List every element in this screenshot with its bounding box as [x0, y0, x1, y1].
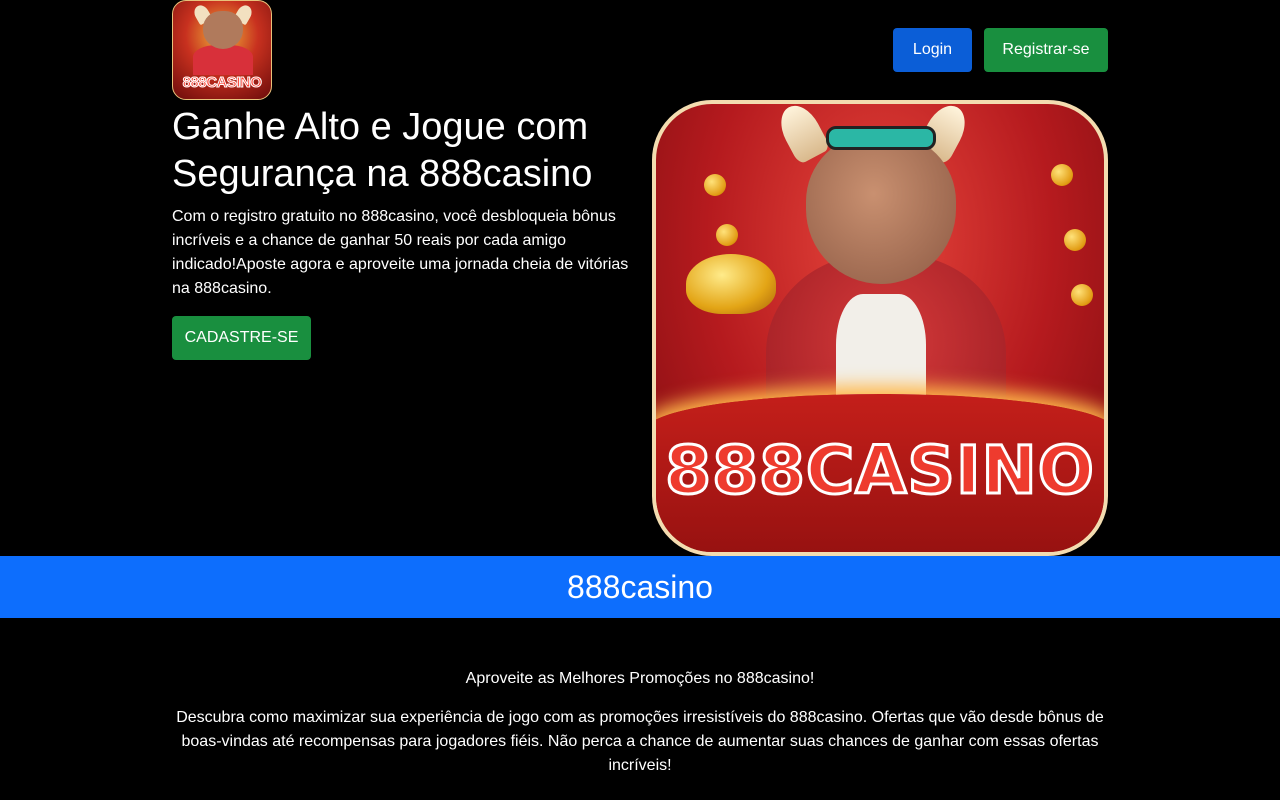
register-button[interactable]: Registrar-se: [984, 28, 1108, 72]
band-title: 888casino: [567, 568, 713, 605]
coin-icon: [1051, 164, 1073, 186]
coin-icon: [1064, 229, 1086, 251]
coin-icon: [704, 174, 726, 196]
mascot-head: [806, 134, 956, 284]
hero-description: Com o registro gratuito no 888casino, vo…: [172, 208, 629, 297]
site-logo[interactable]: 888CASINO: [172, 0, 272, 100]
login-button[interactable]: Login: [893, 28, 972, 72]
logo-text: 888CASINO: [182, 74, 262, 92]
logo-bull-body: [193, 45, 253, 75]
mascot-sunglasses: [826, 126, 936, 150]
promo-heading: Aproveite as Melhores Promoções no 888ca…: [465, 670, 815, 687]
section-band: 888casino: [0, 556, 1280, 618]
promo-paragraph: Descubra como maximizar sua experiência …: [176, 709, 1104, 774]
logo-bull-head: [203, 11, 243, 49]
hero-title: Ganhe Alto e Jogue com Segurança na 888c…: [172, 106, 593, 195]
hero-mascot-image: 888CASINO: [652, 100, 1108, 556]
coin-icon: [716, 224, 738, 246]
signup-cta-button[interactable]: CADASTRE-SE: [172, 316, 311, 360]
coin-icon: [1071, 284, 1093, 306]
brand-text: 888CASINO: [664, 431, 1096, 511]
gold-ingot-icon: [686, 254, 776, 314]
